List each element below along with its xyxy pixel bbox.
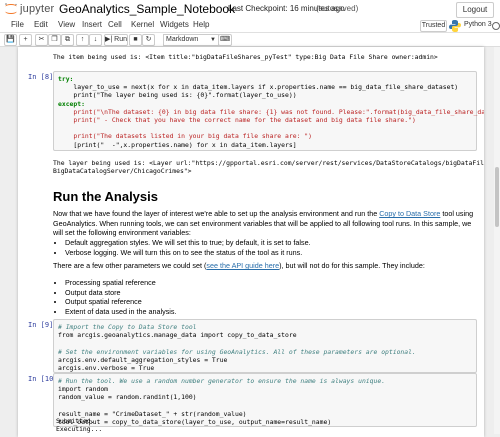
output-line: BigDataCatalogServer/ChicagoCrimes"> — [53, 167, 192, 176]
code-editor[interactable]: try: layer_to_use = next(x for x in data… — [58, 75, 484, 149]
notebook-title[interactable]: GeoAnalytics_Sample_Notebook — [59, 2, 235, 16]
output-text: The layer being used is: <Layer url:"htt… — [53, 159, 484, 175]
interrupt-icon[interactable]: ■ — [129, 34, 142, 46]
code-line: layer_to_use = next(x for x in data_item… — [58, 83, 459, 92]
chevron-down-icon: ▼ — [210, 37, 216, 43]
code-line: random_value = random.randint(1,100) — [58, 393, 197, 402]
list-item: Output data store — [65, 288, 475, 298]
paragraph-text: Now that we have found the layer of inte… — [53, 209, 380, 218]
code-line: from arcgis.geoanalytics.manage_data imp… — [58, 331, 297, 340]
code-editor[interactable]: # Run the tool. We use a random number g… — [58, 377, 385, 426]
copy-icon[interactable]: ❐ — [48, 34, 61, 46]
output-line: Submitted. — [56, 417, 95, 425]
output-line: Executing... — [56, 425, 103, 434]
api-guide-link[interactable]: see the API guide here — [206, 261, 279, 270]
menubar: File Edit View Insert Cell Kernel Widget… — [0, 19, 500, 33]
code-line: try: — [58, 75, 74, 83]
code-line: arcgis.env.verbose = True — [58, 364, 155, 373]
menu-edit[interactable]: Edit — [34, 20, 48, 29]
code-line: # Run the tool. We use a random number g… — [58, 377, 386, 385]
menu-insert[interactable]: Insert — [82, 20, 102, 29]
toolbar: 💾 + ✂ ❐ ⧉ ↑ ↓ ▶| Run ■ ↻ Markdown ▼ ⌨ — [0, 33, 500, 47]
paragraph-text: There are a few other parameters we coul… — [53, 261, 207, 270]
cell-type-select[interactable]: Markdown ▼ — [163, 34, 219, 46]
menu-kernel[interactable]: Kernel — [131, 20, 154, 29]
notebook-container: The item being used is: <Item title:"big… — [18, 47, 484, 437]
logout-button[interactable]: Logout — [456, 2, 494, 18]
jupyter-brand[interactable]: jupyter — [20, 3, 54, 15]
run-label: Run — [114, 36, 127, 43]
code-line: print("The datasets listed in your big d… — [58, 132, 312, 141]
list-item: Output spatial reference — [65, 297, 475, 307]
paste-icon[interactable]: ⧉ — [61, 34, 74, 46]
insert-cell-icon[interactable]: + — [19, 34, 32, 46]
python-logo-icon — [449, 20, 461, 32]
kernel-status-icon — [492, 22, 500, 30]
run-icon: ▶| — [105, 36, 113, 43]
code-cell-9[interactable]: # Import the Copy to Data Store tool fro… — [53, 319, 477, 373]
code-line: print(" - Check that you have the correc… — [58, 116, 416, 125]
kernel-name[interactable]: Python 3 — [464, 21, 492, 28]
markdown-paragraph: There are a few other parameters we coul… — [53, 261, 475, 271]
restart-icon[interactable]: ↻ — [142, 34, 155, 46]
code-line: print("The layer being used is: {0}".for… — [58, 91, 297, 100]
trusted-indicator[interactable]: Trusted — [420, 20, 447, 32]
menu-view[interactable]: View — [58, 20, 75, 29]
code-cell-8[interactable]: try: layer_to_use = next(x for x in data… — [53, 71, 484, 151]
code-cell-10[interactable]: # Run the tool. We use a random number g… — [53, 373, 477, 427]
list-item: Extent of data used in the analysis. — [65, 307, 475, 317]
output-line: The layer being used is: <Layer url:"htt… — [53, 159, 484, 167]
jupyter-logo-icon[interactable] — [4, 2, 18, 16]
code-line: import random — [58, 385, 109, 394]
list-item: Processing spatial reference — [65, 278, 475, 288]
code-line: # Import the Copy to Data Store tool — [58, 323, 197, 331]
list-item: Verbose logging. We will turn this on to… — [65, 248, 475, 258]
move-down-icon[interactable]: ↓ — [89, 34, 102, 46]
notebook-header: jupyter GeoAnalytics_Sample_Notebook Las… — [0, 0, 500, 19]
copy-to-data-store-link[interactable]: Copy to Data Store — [379, 209, 440, 218]
list-item: Default aggregation styles. We will set … — [65, 238, 475, 248]
output-text: Submitted. Executing... — [56, 417, 102, 433]
section-heading: Run the Analysis — [53, 189, 158, 204]
menu-widgets[interactable]: Widgets — [160, 20, 189, 29]
menu-help[interactable]: Help — [193, 20, 209, 29]
bullet-list: Processing spatial reference Output data… — [53, 278, 475, 316]
code-editor[interactable]: # Import the Copy to Data Store tool fro… — [58, 323, 416, 372]
output-text: The item being used is: <Item title:"big… — [53, 53, 438, 61]
paragraph-text: ), but will not do for this sample. They… — [279, 261, 425, 270]
markdown-paragraph: Now that we have found the layer of inte… — [53, 209, 475, 238]
move-up-icon[interactable]: ↑ — [76, 34, 89, 46]
run-button[interactable]: ▶| Run — [104, 34, 128, 46]
code-line: # Set the environment variables for usin… — [58, 347, 416, 356]
code-line: arcgis.env.default_aggregation_styles = … — [58, 355, 228, 364]
code-line: [print(" -",x.properties.name) for x in … — [58, 140, 297, 149]
menu-cell[interactable]: Cell — [108, 20, 122, 29]
bullet-list: Default aggregation styles. We will set … — [53, 238, 475, 257]
scrollbar[interactable] — [494, 47, 500, 434]
code-line: except: — [58, 99, 85, 108]
keyboard-icon[interactable]: ⌨ — [218, 34, 232, 46]
cell-type-value: Markdown — [166, 36, 199, 43]
menu-file[interactable]: File — [11, 20, 24, 29]
scrollbar-thumb[interactable] — [495, 167, 499, 227]
cut-icon[interactable]: ✂ — [35, 34, 48, 46]
save-icon[interactable]: 💾 — [4, 34, 17, 46]
code-line: print("\nThe dataset: {0} in big data fi… — [73, 107, 484, 116]
autosave-status: (autosaved) — [316, 4, 359, 13]
